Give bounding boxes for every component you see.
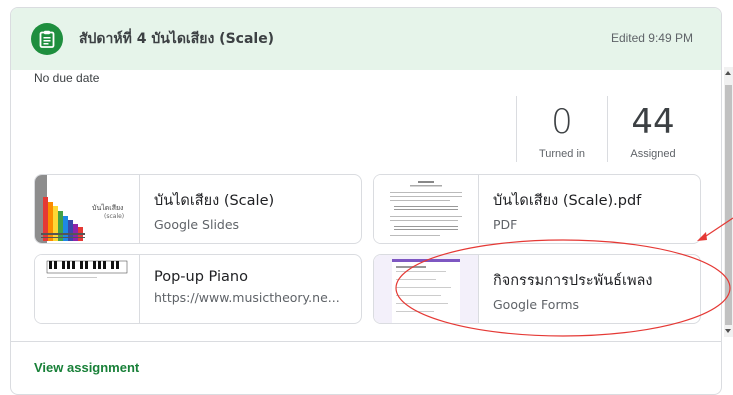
pdf-title: บันไดเสียง (Scale).pdf	[493, 193, 642, 209]
slides-type: Google Slides	[154, 217, 240, 232]
footer-divider	[11, 341, 721, 342]
submission-stats: 0 Turned in 44 Assigned	[516, 96, 698, 162]
slides-thumbnail: บันไดเสียง (scale)	[35, 175, 140, 243]
scroll-down-icon[interactable]	[725, 329, 731, 333]
forms-type: Google Forms	[493, 297, 580, 312]
attachment-pdf[interactable]: บันไดเสียง (Scale).pdf PDF	[373, 174, 701, 244]
pdf-type: PDF	[493, 217, 518, 232]
forms-thumbnail	[374, 255, 479, 323]
attachment-forms[interactable]: กิจกรรมการประพันธ์เพลง Google Forms	[373, 254, 701, 324]
forms-title: กิจกรรมการประพันธ์เพลง	[493, 273, 653, 289]
link-url: https://www.musictheory.ne...	[154, 290, 340, 305]
assignment-header[interactable]: สัปดาห์ที่ 4 บันไดเสียง (Scale) Edited 9…	[11, 8, 721, 70]
assignment-icon	[31, 23, 63, 55]
scrollbar[interactable]	[724, 67, 733, 337]
assignment-card: สัปดาห์ที่ 4 บันไดเสียง (Scale) Edited 9…	[10, 7, 722, 395]
slides-thumb-subtitle: (scale)	[104, 213, 125, 220]
assigned-label: Assigned	[630, 148, 676, 160]
link-title: Pop-up Piano	[154, 269, 248, 285]
scrollbar-thumb[interactable]	[725, 85, 732, 325]
link-thumbnail	[35, 255, 140, 323]
view-assignment-link[interactable]: View assignment	[34, 360, 139, 375]
assigned-stat[interactable]: 44 Assigned	[607, 96, 698, 162]
assignment-title: สัปดาห์ที่ 4 บันไดเสียง (Scale)	[79, 31, 275, 47]
turned-in-stat[interactable]: 0 Turned in	[516, 96, 607, 162]
turned-in-count: 0	[551, 102, 573, 142]
turned-in-label: Turned in	[538, 148, 586, 160]
scroll-up-icon[interactable]	[725, 71, 731, 75]
attachment-link[interactable]: Pop-up Piano https://www.musictheory.ne.…	[34, 254, 362, 324]
assigned-count: 44	[631, 102, 675, 142]
due-date: No due date	[34, 71, 100, 85]
slides-title: บันไดเสียง (Scale)	[154, 193, 275, 209]
pdf-thumbnail	[374, 175, 479, 243]
attachment-slides[interactable]: บันไดเสียง (scale) บันไดเสียง (Scale) Go…	[34, 174, 362, 244]
edited-time: Edited 9:49 PM	[610, 31, 693, 45]
